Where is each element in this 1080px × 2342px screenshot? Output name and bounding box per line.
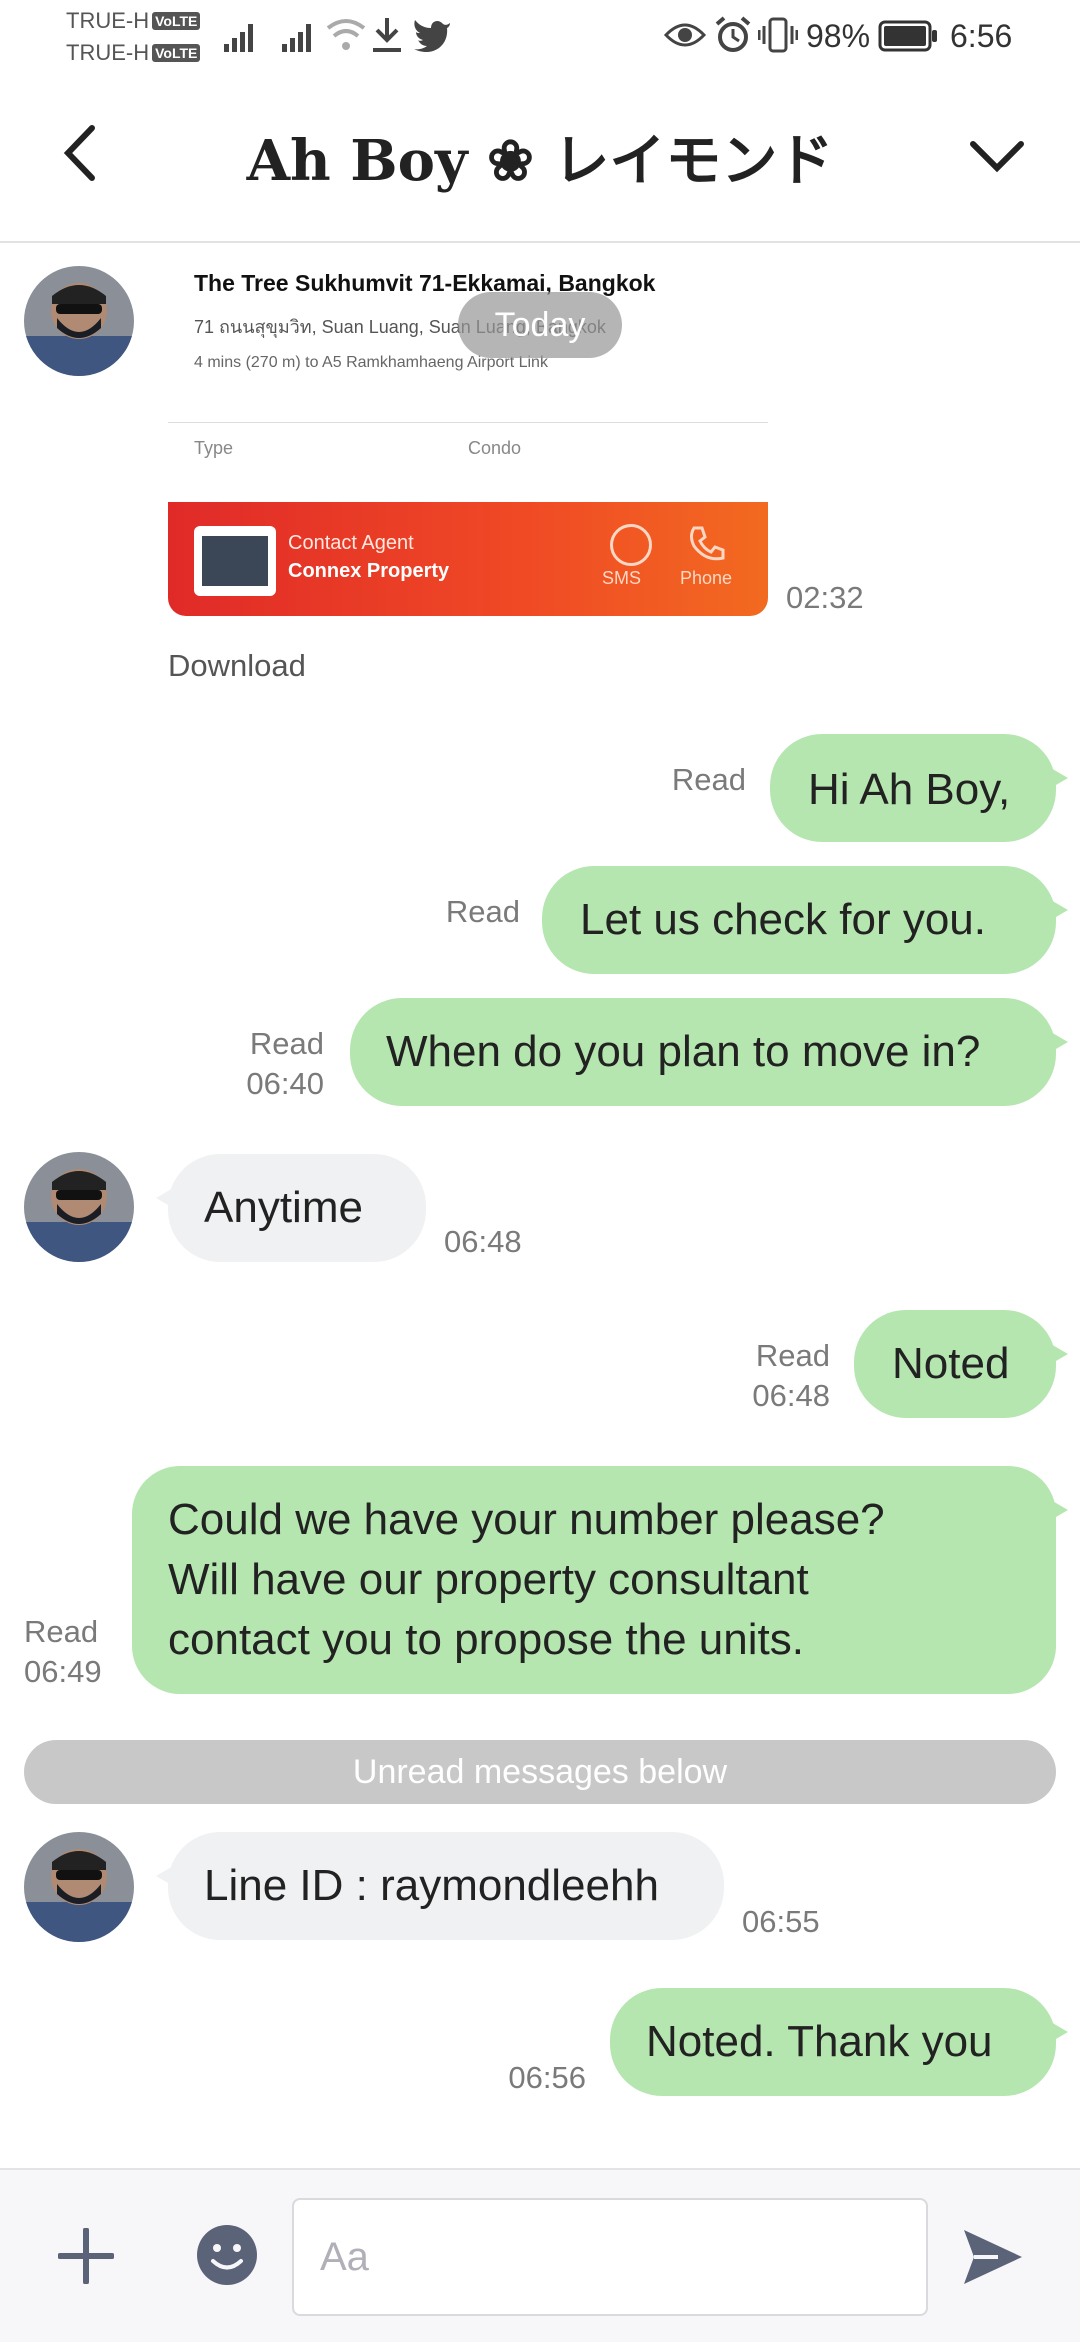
alarm-icon [715, 16, 751, 52]
message-text: Let us check for you. [580, 895, 986, 944]
emoji-icon[interactable] [196, 2224, 258, 2286]
read-receipt: Read 06:40 [246, 1026, 324, 1101]
message-time: 06:48 [444, 1224, 522, 1259]
message-text: Noted. Thank you [646, 2017, 993, 2066]
eye-icon [664, 23, 706, 47]
volte-badge: VoLTE [152, 44, 201, 62]
battery-icon [878, 20, 937, 52]
input-placeholder: Aa [320, 2235, 369, 2279]
message-time: 06:55 [742, 1904, 820, 1939]
read-receipt: Read [445, 894, 520, 929]
message-text-line: Could we have your number please? [168, 1495, 885, 1544]
plus-icon[interactable] [58, 2228, 114, 2284]
message-text-line: contact you to propose the units. [168, 1615, 804, 1664]
clock: 6:56 [950, 18, 1013, 54]
signal-icon [224, 24, 311, 52]
message-bubble[interactable]: Noted [854, 1310, 1068, 1418]
message-text: When do you plan to move in? [386, 1027, 981, 1076]
read-receipt: Read [671, 762, 746, 797]
unread-divider: Unread messages below [24, 1740, 1056, 1804]
volte-badge: VoLTE [152, 12, 201, 30]
message-bubble[interactable]: Could we have your number please? Will h… [132, 1466, 1068, 1694]
carrier-2: TRUE-H VoLTE [66, 40, 201, 66]
read-receipt: Read 06:49 [24, 1614, 102, 1689]
download-link[interactable]: Download [168, 646, 306, 686]
composer-bar: Aa [0, 2168, 1080, 2342]
avatar[interactable] [24, 1152, 134, 1262]
phone-icon [690, 526, 725, 561]
agent-logo-inner [202, 536, 268, 586]
message-bubble[interactable]: Line ID : raymondleehh [156, 1832, 724, 1940]
message-text: Hi Ah Boy, [808, 765, 1011, 814]
chat-title: Ah Boy ❀ レイモンド [246, 128, 834, 194]
card-phone-label: Phone [680, 568, 733, 588]
download-icon [373, 18, 401, 52]
message-text: Line ID : raymondleehh [204, 1861, 659, 1910]
wifi-icon [326, 19, 366, 50]
send-icon[interactable] [962, 2226, 1024, 2288]
card-agent-label: Contact Agent [288, 532, 414, 554]
message-bubble[interactable]: Noted. Thank you [610, 1988, 1068, 2096]
twitter-icon [414, 20, 450, 52]
card-condo-label: Condo [468, 438, 522, 458]
message-text: Anytime [204, 1183, 363, 1232]
card-divider [168, 422, 768, 423]
message-bubble[interactable]: Anytime [156, 1154, 426, 1262]
card-agent-name: Connex Property [288, 560, 450, 582]
sms-icon [610, 524, 652, 566]
card-type-label: Type [194, 438, 234, 458]
message-bubble[interactable]: Let us check for you. [542, 866, 1068, 974]
message-time: 02:32 [786, 580, 864, 615]
message-input[interactable]: Aa [292, 2198, 928, 2316]
status-bar: TRUE-H VoLTE TRUE-H VoLTE 98% 6:56 [0, 0, 1080, 76]
message-text: Noted [892, 1339, 1010, 1388]
message-text-line: Will have our property consultant [168, 1555, 809, 1604]
message-time: 06:56 [508, 2060, 586, 2095]
battery-percent: 98% [806, 18, 871, 54]
chevron-down-icon[interactable] [968, 136, 1026, 176]
message-bubble[interactable]: Hi Ah Boy, [770, 734, 1068, 842]
read-receipt: Read 06:48 [752, 1338, 830, 1413]
avatar[interactable] [24, 1832, 134, 1942]
date-chip: Today [458, 292, 622, 358]
chat-header: Ah Boy ❀ レイモンド [0, 76, 1080, 243]
vibrate-icon [758, 17, 798, 53]
carrier-1: TRUE-H VoLTE [66, 8, 201, 34]
card-sms-label: SMS [602, 568, 642, 588]
avatar[interactable] [24, 266, 134, 376]
message-bubble[interactable]: When do you plan to move in? [350, 998, 1068, 1106]
